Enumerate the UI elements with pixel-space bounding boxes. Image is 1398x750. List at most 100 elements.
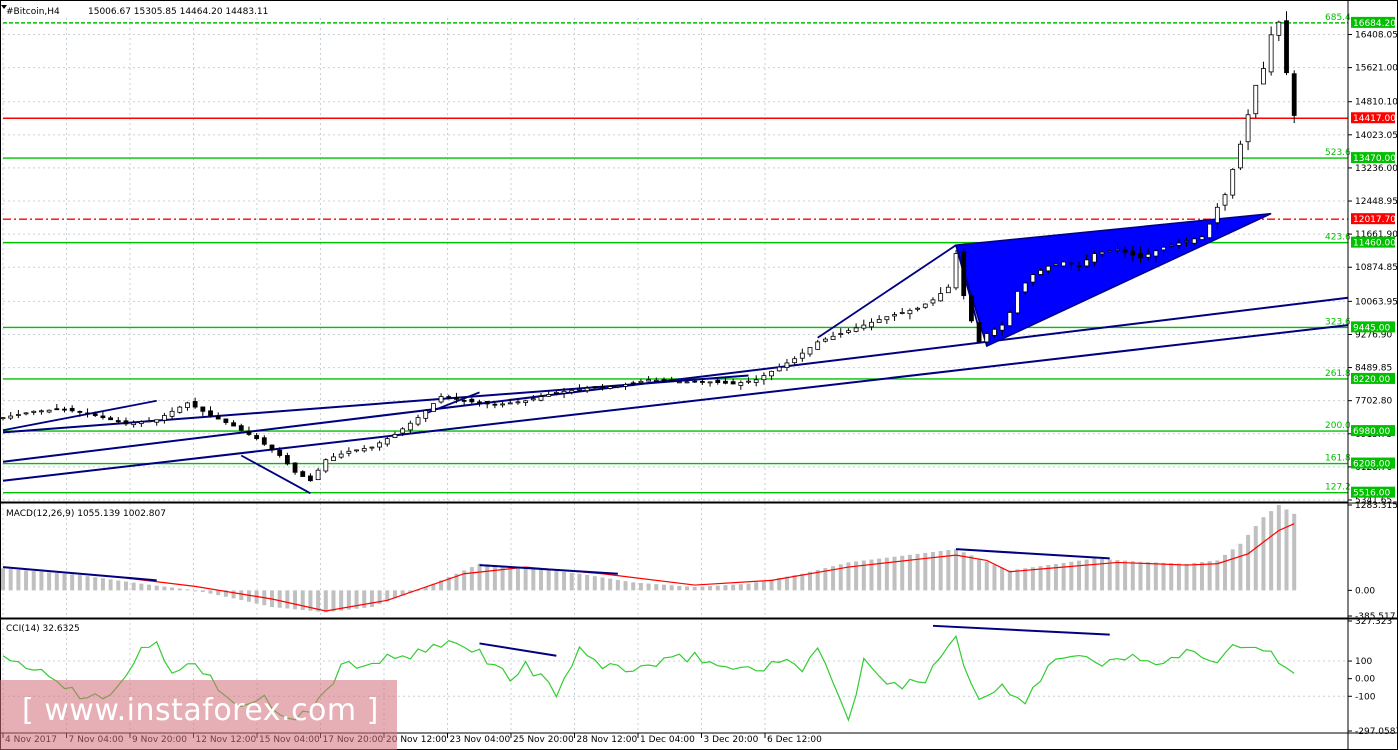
- candle-body: [830, 335, 836, 340]
- candle-body: [776, 366, 782, 372]
- candle-body: [269, 444, 275, 451]
- level-price-text: 9445.00: [1353, 323, 1390, 333]
- candle-body: [69, 407, 75, 412]
- macd-histogram-bar: [754, 582, 759, 591]
- fib-label: 523.6: [1325, 148, 1351, 158]
- candle-body: [953, 253, 959, 289]
- candle-body: [231, 422, 236, 427]
- candle-body: [761, 375, 767, 381]
- candle-body: [1122, 249, 1128, 253]
- candle-body: [254, 435, 260, 440]
- macd-histogram-bar: [738, 584, 743, 591]
- x-tick-label: 1 Dec 04:00: [640, 735, 695, 745]
- macd-histogram-bar: [239, 590, 244, 601]
- macd-histogram-bar: [300, 590, 305, 611]
- macd-histogram-bar: [508, 565, 513, 591]
- candle-body: [1214, 206, 1220, 224]
- macd-histogram-bar: [1215, 560, 1220, 591]
- candle-body: [377, 442, 383, 448]
- cci-tick-label: -100: [1355, 692, 1376, 702]
- macd-histogram-bar: [615, 579, 620, 591]
- candle-body: [992, 328, 997, 336]
- macd-histogram-bar: [16, 569, 21, 591]
- macd-histogram-bar: [139, 583, 144, 591]
- macd-histogram-bar: [992, 564, 997, 591]
- macd-histogram-bar: [208, 590, 213, 594]
- macd-histogram-bar: [85, 576, 90, 591]
- candle-body: [354, 449, 359, 452]
- candle-body: [185, 402, 190, 408]
- candle-body: [1176, 242, 1182, 246]
- macd-histogram-bar: [47, 572, 52, 591]
- candle-body: [869, 321, 874, 328]
- candle-body: [638, 380, 644, 384]
- macd-histogram-bar: [477, 563, 482, 591]
- candle-body: [753, 379, 759, 383]
- macd-histogram-bar: [469, 567, 474, 591]
- macd-histogram-bar: [492, 564, 497, 591]
- candle-body: [423, 410, 429, 419]
- candle-body: [85, 412, 90, 415]
- candle-body: [730, 381, 736, 385]
- fib-label: 423.6: [1325, 233, 1351, 243]
- macd-histogram-bar: [323, 590, 328, 613]
- macd-histogram-bar: [1269, 511, 1274, 591]
- candle-body: [676, 381, 682, 384]
- macd-histogram-bar: [77, 575, 82, 591]
- macd-histogram-bar: [1192, 562, 1197, 591]
- macd-histogram-bar: [1169, 563, 1174, 591]
- candle-body: [469, 398, 475, 403]
- macd-histogram-bar: [123, 581, 128, 591]
- candle-body: [146, 420, 152, 423]
- candle-body: [653, 379, 659, 382]
- candle-body: [546, 394, 552, 397]
- candle-body: [361, 448, 367, 452]
- candle-body: [292, 462, 298, 473]
- candle-body: [969, 295, 974, 322]
- candle-body: [630, 382, 636, 385]
- macd-histogram-bar: [216, 590, 221, 596]
- candle-body: [707, 381, 713, 384]
- macd-histogram-bar: [277, 590, 282, 608]
- macd-histogram-bar: [1138, 561, 1143, 591]
- macd-histogram-bar: [585, 574, 590, 591]
- macd-histogram-bar: [1015, 569, 1020, 591]
- macd-histogram-bar: [784, 576, 789, 591]
- candle-body: [1168, 244, 1174, 247]
- macd-histogram-bar: [1007, 570, 1012, 591]
- x-tick-label: 28 Nov 12:00: [577, 735, 638, 745]
- fib-label: 161.8: [1325, 454, 1351, 464]
- macd-histogram-bar: [162, 586, 167, 591]
- candle-body: [346, 450, 352, 454]
- macd-histogram-bar: [31, 571, 36, 591]
- macd-histogram-bar: [1292, 513, 1297, 591]
- candle-body: [215, 415, 221, 420]
- price-tick-label: 12448.95: [1355, 197, 1398, 207]
- macd-histogram-bar: [285, 590, 290, 609]
- watermark-text: [ www.instaforex.com ]: [22, 693, 379, 728]
- macd-histogram-bar: [24, 570, 29, 591]
- macd-histogram-bar: [677, 585, 682, 591]
- cci-tick-label: 100: [1355, 657, 1372, 667]
- macd-histogram-bar: [1161, 562, 1166, 591]
- candle-body: [438, 396, 444, 403]
- macd-histogram-bar: [1130, 561, 1135, 591]
- candle-body: [1138, 252, 1143, 259]
- candle-body: [108, 417, 113, 421]
- candle-body: [500, 403, 505, 406]
- candle-body: [8, 415, 14, 419]
- candle-body: [507, 402, 513, 405]
- candle-body: [1015, 291, 1020, 314]
- header-symbol: #Bitcoin,H4: [6, 7, 60, 17]
- macd-histogram-bar: [562, 571, 567, 591]
- candle-body: [838, 333, 844, 335]
- candle-body: [208, 410, 213, 416]
- candle-body: [899, 312, 905, 314]
- macd-histogram-bar: [200, 590, 205, 592]
- candle-body: [430, 403, 436, 412]
- candle-body: [530, 398, 536, 401]
- level-price-text: 5516.00: [1353, 489, 1390, 499]
- candle-body: [592, 386, 598, 389]
- candle-body: [1053, 263, 1059, 266]
- candle-body: [623, 384, 628, 387]
